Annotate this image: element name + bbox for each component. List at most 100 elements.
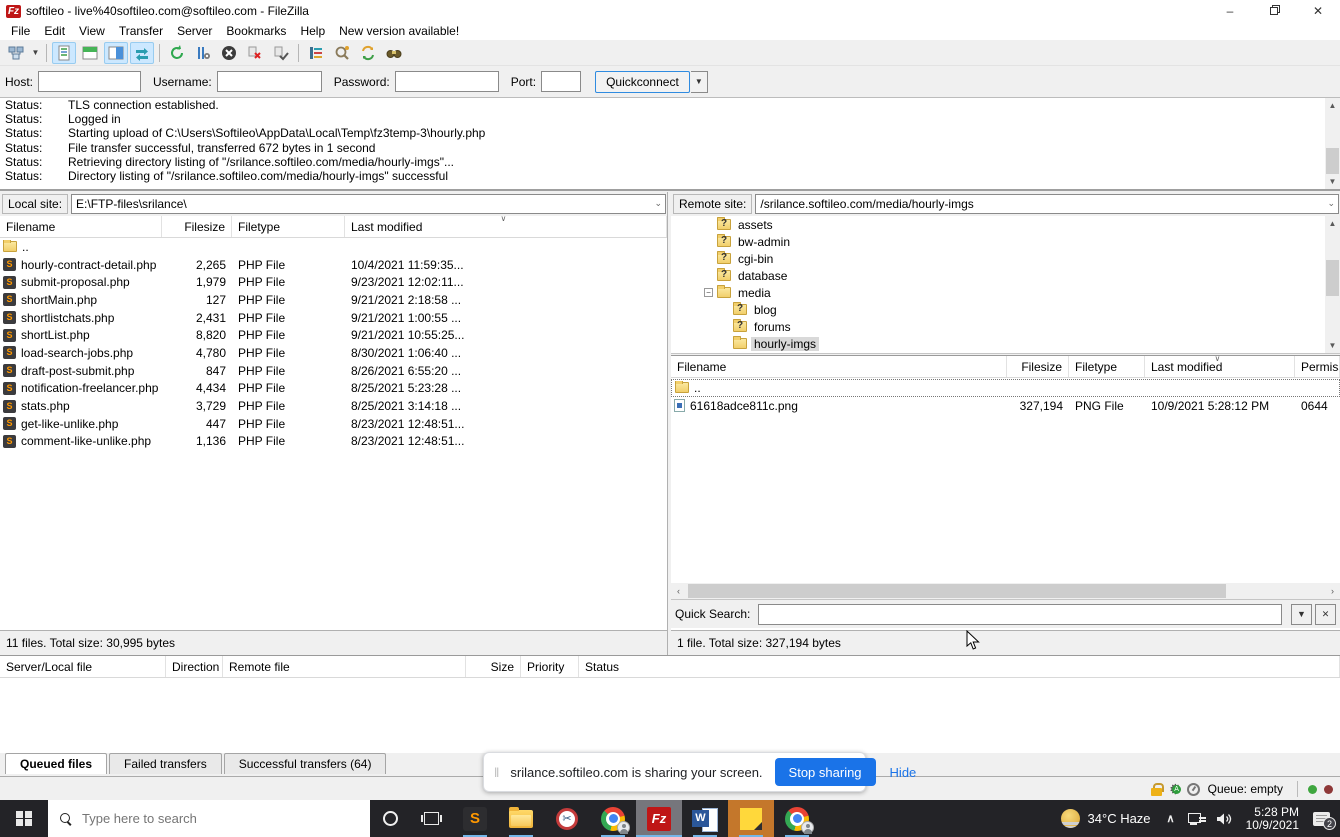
hide-link[interactable]: Hide (890, 765, 917, 780)
task-view-button[interactable] (410, 800, 452, 837)
table-row[interactable]: Sload-search-jobs.php 4,780 PHP File 8/30/2… (0, 344, 667, 362)
table-row[interactable]: Scomment-like-unlike.php 1,136 PHP File 8/2… (0, 433, 667, 451)
queue-column-size[interactable]: Size (466, 656, 521, 677)
queue-column-direction[interactable]: Direction (166, 656, 223, 677)
site-manager-button[interactable] (4, 42, 28, 64)
table-row[interactable]: .. (0, 238, 667, 256)
search-input[interactable] (82, 811, 322, 826)
taskbar-app-sticky-notes[interactable] (728, 800, 774, 837)
network-icon[interactable] (1187, 812, 1203, 825)
taskbar-clock[interactable]: 5:28 PM 10/9/2021 (1246, 805, 1299, 832)
toggle-queue-button[interactable] (130, 41, 154, 64)
volume-icon[interactable] (1216, 812, 1233, 826)
menu-item-help[interactable]: Help (293, 23, 332, 39)
directory-compare-button[interactable] (330, 42, 354, 64)
quickconnect-button[interactable]: Quickconnect (595, 70, 690, 93)
menu-item-edit[interactable]: Edit (37, 23, 72, 39)
drag-handle-icon[interactable]: ‖ (494, 765, 500, 780)
table-row[interactable]: Shourly-contract-detail.php 2,265 PHP File… (0, 256, 667, 274)
taskbar-app-chrome-2[interactable] (774, 800, 820, 837)
restore-button[interactable] (1252, 0, 1296, 22)
quick-search-dropdown[interactable]: ▼ (1291, 603, 1312, 625)
tree-scrollbar[interactable]: ▲ ▼ (1325, 216, 1340, 353)
table-row[interactable]: Sdraft-post-submit.php 847 PHP File 8/26/20… (0, 362, 667, 380)
process-queue-button[interactable] (191, 42, 215, 64)
tree-item-cgi-bin[interactable]: cgi-bin (671, 250, 1325, 267)
stop-sharing-button[interactable]: Stop sharing (774, 758, 876, 786)
log-scrollbar[interactable]: ▲ ▼ (1325, 98, 1340, 189)
tree-item-hourly-imgs[interactable]: hourly-imgs (671, 335, 1325, 352)
cancel-operation-button[interactable] (217, 42, 241, 64)
tree-item-media[interactable]: − media (671, 284, 1325, 301)
table-row[interactable]: SshortMain.php 127 PHP File 9/21/2021 2:18:… (0, 291, 667, 309)
sync-browsing-button[interactable] (356, 42, 380, 64)
disconnect-button[interactable] (243, 42, 267, 64)
scroll-down-icon[interactable]: ▼ (1325, 338, 1340, 353)
tab-failed-transfers[interactable]: Failed transfers (109, 753, 222, 774)
local-site-combo[interactable]: E:\FTP-files\srilance\ ⌄ (71, 194, 666, 214)
local-column-last-modified[interactable]: Last modified (345, 216, 667, 237)
table-row[interactable]: Sshortlistchats.php 2,431 PHP File 9/21/202… (0, 309, 667, 327)
scrollbar-thumb[interactable] (1326, 260, 1339, 296)
remote-column-permissions[interactable]: Permissions (1295, 356, 1340, 377)
remote-column-last-modified[interactable]: Last modified (1145, 356, 1295, 377)
host-input[interactable] (38, 71, 142, 92)
tree-item-forums[interactable]: forums (671, 318, 1325, 335)
scrollbar-thumb[interactable] (688, 584, 1226, 598)
table-row[interactable]: Ssubmit-proposal.php 1,979 PHP File 9/23/20… (0, 273, 667, 291)
queue-column-priority[interactable]: Priority (521, 656, 579, 677)
tree-collapse-icon[interactable]: − (704, 288, 713, 297)
menu-item-transfer[interactable]: Transfer (112, 23, 170, 39)
taskbar-app-file-explorer[interactable] (498, 800, 544, 837)
quick-search-input[interactable] (758, 603, 1282, 625)
port-input[interactable] (541, 71, 582, 92)
weather-text[interactable]: 34°C Haze (1088, 811, 1151, 826)
table-row[interactable]: 61618adce811c.png 327,194 PNG File 10/9/202… (671, 397, 1340, 415)
chevron-down-icon[interactable]: ⌄ (654, 198, 662, 209)
quickconnect-dropdown[interactable]: ▼ (690, 70, 708, 93)
scroll-up-icon[interactable]: ▲ (1325, 216, 1340, 231)
tree-item-bw-admin[interactable]: bw-admin (671, 233, 1325, 250)
menu-item-view[interactable]: View (72, 23, 112, 39)
weather-icon[interactable] (1060, 809, 1080, 828)
notification-center-icon[interactable]: 2 (1313, 811, 1336, 830)
password-input[interactable] (394, 71, 499, 92)
start-button[interactable] (0, 800, 48, 837)
close-button[interactable]: ✕ (1296, 0, 1340, 22)
table-row[interactable]: Sstats.php 3,729 PHP File 8/25/2021 3:14:18… (0, 397, 667, 415)
menu-item-file[interactable]: File (4, 23, 37, 39)
tab-queued-files[interactable]: Queued files (5, 753, 108, 774)
remote-column-filetype[interactable]: Filetype (1069, 356, 1145, 377)
minimize-button[interactable]: – (1208, 0, 1252, 22)
remote-column-filename[interactable]: Filename (671, 356, 1007, 377)
tree-item-assets[interactable]: assets (671, 216, 1325, 233)
tree-item-blog[interactable]: blog (671, 301, 1325, 318)
table-row[interactable]: Snotification-freelancer.php 4,434 PHP Fil… (0, 380, 667, 398)
cortana-button[interactable] (370, 800, 410, 837)
taskbar-search[interactable] (48, 800, 370, 837)
local-column-filesize[interactable]: Filesize (162, 216, 232, 237)
queue-column-server-local-file[interactable]: Server/Local file (0, 656, 166, 677)
taskbar-app-snipping-tool[interactable]: ✂ (544, 800, 590, 837)
find-files-button[interactable] (382, 42, 406, 64)
username-input[interactable] (216, 71, 322, 92)
quick-search-close-icon[interactable]: ✕ (1315, 603, 1336, 625)
scroll-down-icon[interactable]: ▼ (1325, 174, 1340, 189)
table-row[interactable]: Sget-like-unlike.php 447 PHP File 8/23/2021… (0, 415, 667, 433)
remote-column-filesize[interactable]: Filesize (1007, 356, 1069, 377)
horizontal-scrollbar[interactable]: ‹ › (671, 583, 1340, 599)
tree-item-database[interactable]: database (671, 267, 1325, 284)
taskbar-app-chrome-1[interactable] (590, 800, 636, 837)
toggle-remote-tree-button[interactable] (104, 41, 128, 64)
refresh-button[interactable] (165, 42, 189, 64)
taskbar-app-sublime-text[interactable]: S (452, 800, 498, 837)
menu-item-server[interactable]: Server (170, 23, 219, 39)
scrollbar-thumb[interactable] (1326, 148, 1339, 174)
queue-column-status[interactable]: Status (579, 656, 1340, 677)
site-manager-dropdown[interactable]: ▼ (29, 42, 42, 64)
local-column-filename[interactable]: Filename (0, 216, 162, 237)
scroll-up-icon[interactable]: ▲ (1325, 98, 1340, 113)
scroll-right-icon[interactable]: › (1325, 583, 1340, 599)
tab-successful-transfers-64[interactable]: Successful transfers (64) (223, 753, 387, 774)
menu-item-bookmarks[interactable]: Bookmarks (219, 23, 293, 39)
